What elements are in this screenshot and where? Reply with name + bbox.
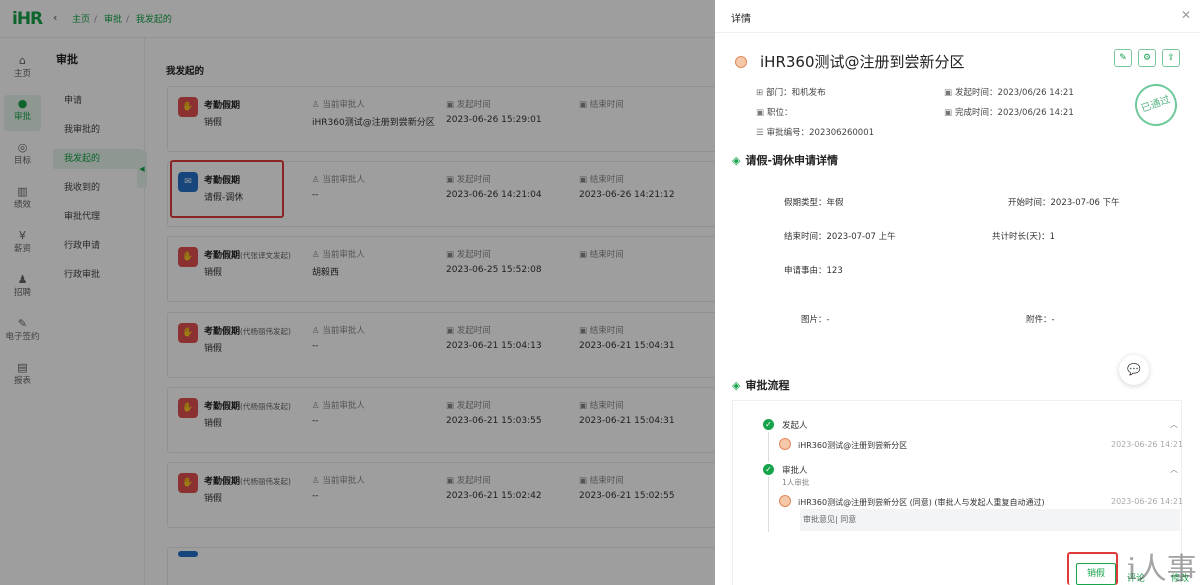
- modal-overlay[interactable]: [0, 0, 715, 585]
- calendar-icon: ▣: [944, 108, 953, 118]
- flow-section-title: ◈ 审批流程: [732, 379, 790, 392]
- field-images: 图片：-: [801, 315, 830, 325]
- calendar-icon: ▣: [944, 88, 953, 98]
- highlight-box: [1067, 552, 1118, 585]
- flow-initiator-time: 2023-06-26 14:21: [1111, 440, 1184, 449]
- meta-done: ▣ 完成时间：2023/06/26 14:21: [944, 108, 1074, 118]
- approved-stamp: 已通过: [1129, 78, 1183, 132]
- flow-approver-time: 2023-06-26 14:21: [1111, 497, 1184, 506]
- flow-approver-count: 1人审批: [782, 478, 810, 487]
- meta-serial: ☰ 审批编号：202306260001: [756, 128, 875, 138]
- field-duration: 共计时长(天)：1: [992, 232, 1056, 242]
- divider: [715, 32, 1200, 33]
- list-icon: ☰: [756, 128, 764, 138]
- field-start: 开始时间：2023-07-06 下午: [1008, 198, 1120, 208]
- flow-line: [768, 432, 769, 462]
- field-reason: 申请事由：123: [784, 266, 843, 276]
- gear-icon[interactable]: ⚙: [1138, 49, 1156, 67]
- drawer-title: 详情: [731, 14, 751, 25]
- flow-approver-label: 审批人: [782, 466, 808, 476]
- chevron-up-icon[interactable]: ︿: [1170, 419, 1178, 430]
- flow-line: [768, 477, 769, 532]
- field-attachments: 附件：-: [1026, 315, 1055, 325]
- avatar: [735, 56, 747, 68]
- layers-icon: ◈: [732, 379, 741, 392]
- check-icon: ✓: [763, 464, 774, 475]
- flow-initiator-label: 发起人: [782, 421, 808, 431]
- detail-drawer: 详情 ✕ iHR360测试@注册到尝新分区 ✎ ⚙ ⇪ ⊞ 部门：和机发布 ▣ 职位…: [715, 0, 1200, 585]
- watermark-logo: i人事: [1127, 552, 1197, 585]
- chat-icon[interactable]: 💬: [1119, 355, 1149, 385]
- approval-opinion: 审批意见| 同意: [800, 509, 1180, 531]
- meta-created: ▣ 发起时间：2023/06/26 14:21: [944, 88, 1074, 98]
- post-icon: ▣: [756, 108, 765, 118]
- flow-initiator-name: iHR360测试@注册到尝新分区: [798, 441, 908, 450]
- chevron-up-icon[interactable]: ︿: [1170, 464, 1178, 475]
- layers-icon: ◈: [732, 154, 741, 167]
- field-end: 结束时间：2023-07-07 上午: [784, 232, 896, 242]
- meta-post: ▣ 职位：: [756, 108, 793, 118]
- avatar: [779, 438, 791, 450]
- meta-dept: ⊞ 部门：和机发布: [756, 88, 826, 98]
- close-icon[interactable]: ✕: [1181, 8, 1191, 22]
- check-icon: ✓: [763, 419, 774, 430]
- applicant-name: iHR360测试@注册到尝新分区: [760, 53, 965, 71]
- avatar: [779, 495, 791, 507]
- export-icon[interactable]: ⇪: [1162, 49, 1180, 67]
- edit-doc-icon[interactable]: ✎: [1114, 49, 1132, 67]
- flow-approver-name: iHR360测试@注册到尝新分区 (同意) (审批人与发起人重复自动通过): [798, 498, 1045, 507]
- dept-icon: ⊞: [756, 88, 764, 98]
- detail-section-title: ◈ 请假-调休申请详情: [732, 154, 839, 167]
- field-leave-type: 假期类型：年假: [784, 198, 844, 208]
